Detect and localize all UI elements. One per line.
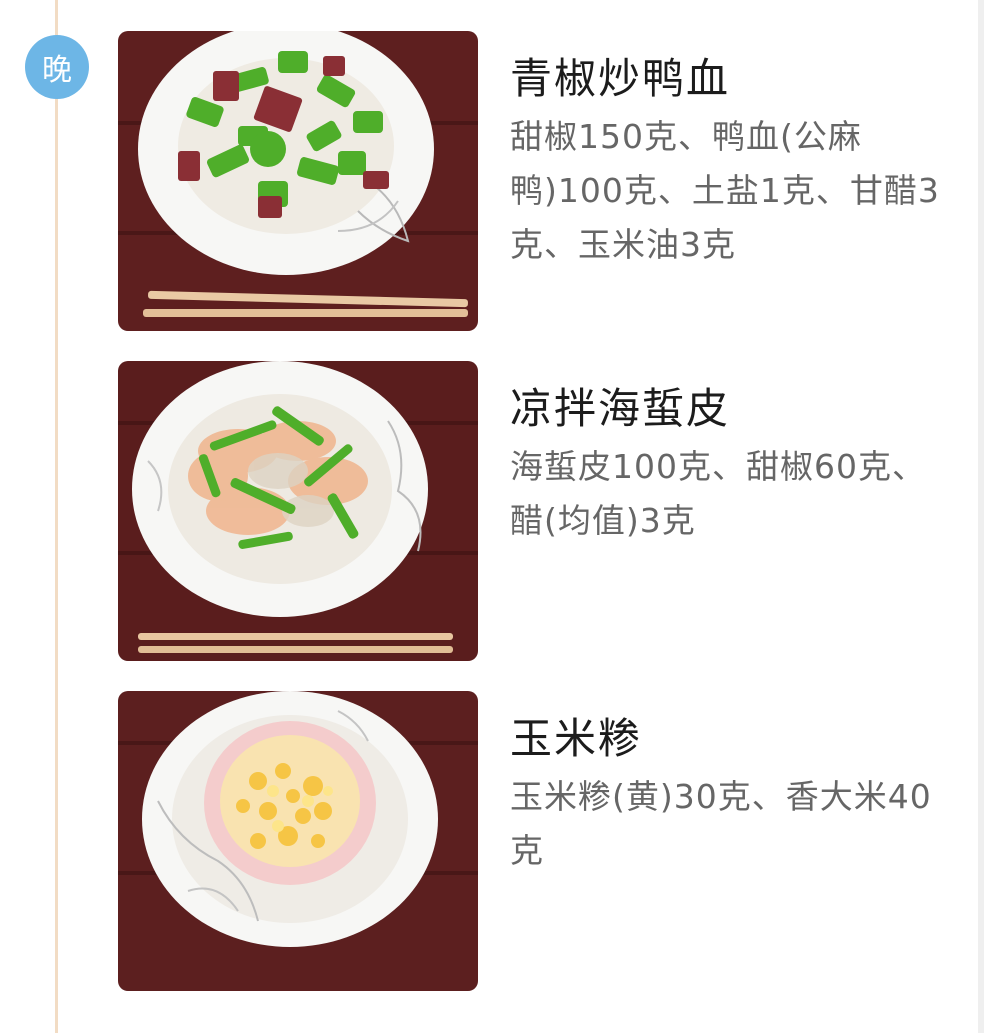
dish-photo-duck-blood [118, 31, 478, 331]
dish-ingredients: 玉米糁(黄)30克、香大米40克 [510, 777, 932, 870]
page-edge [978, 0, 984, 1033]
dish-name: 玉米糁 [510, 714, 643, 763]
dish-photo-cornmeal [118, 691, 478, 991]
dish-photo-jellyfish [118, 361, 478, 661]
meal-badge-dinner: 晚 [25, 35, 89, 99]
dish-name: 青椒炒鸭血 [510, 54, 731, 103]
dish-ingredients: 海蜇皮100克、甜椒60克、醋(均值)3克 [510, 447, 926, 540]
timeline-line [55, 0, 58, 1033]
dish-name: 凉拌海蜇皮 [510, 384, 731, 433]
dish-ingredients: 甜椒150克、鸭血(公麻鸭)100克、土盐1克、甘醋3克、玉米油3克 [510, 117, 940, 264]
